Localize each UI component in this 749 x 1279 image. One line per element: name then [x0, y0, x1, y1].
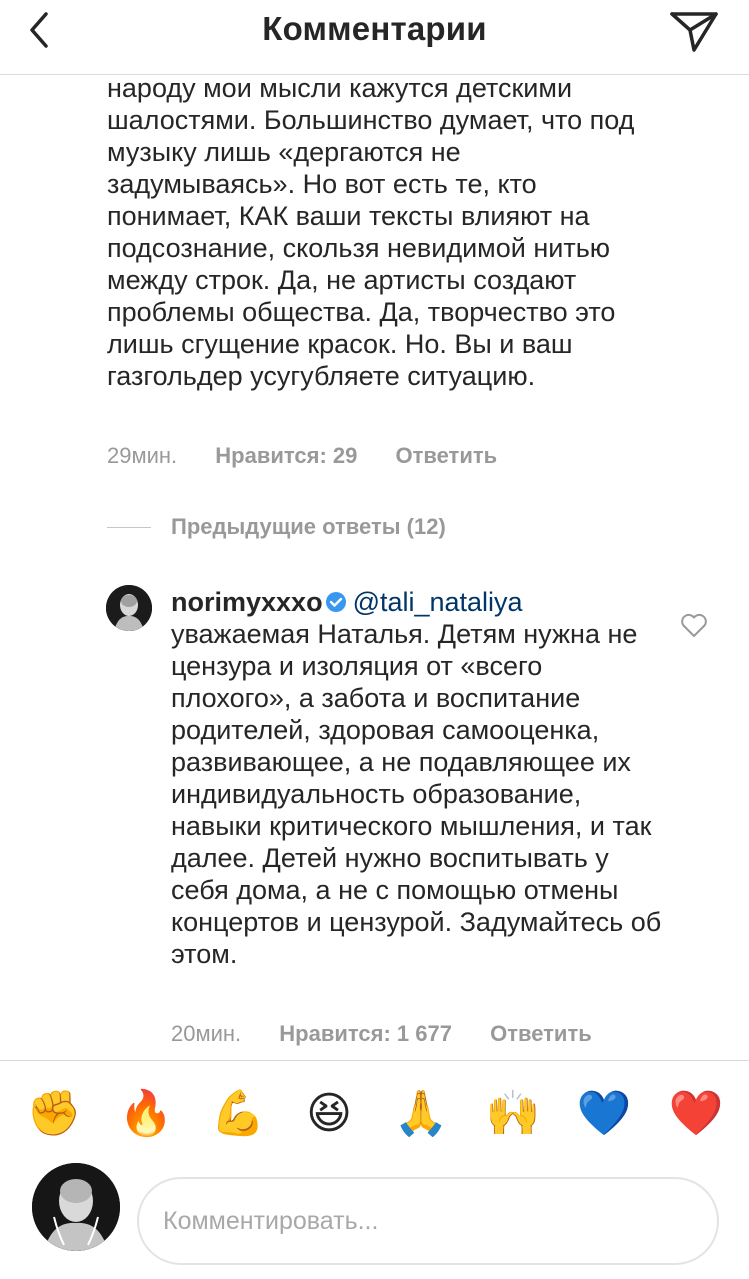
reply-comment: norimyxxxo @tali_nataliya уважаемая Натал…: [171, 586, 666, 970]
avatar-image: [106, 585, 152, 631]
comment-input[interactable]: [137, 1177, 719, 1265]
top-bar: Комментарии: [0, 0, 749, 75]
emoji-red-heart-button[interactable]: ❤️: [668, 1086, 724, 1142]
reply-button[interactable]: Ответить: [395, 443, 497, 468]
divider: [0, 1060, 749, 1061]
mention-link[interactable]: @tali_nataliya: [353, 587, 523, 617]
comment-text: народу мои мысли кажутся детскими шалост…: [107, 76, 635, 391]
comment-time: 29мин.: [107, 443, 178, 468]
divider-line: [107, 527, 151, 528]
comments-list[interactable]: народу мои мысли кажутся детскими шалост…: [0, 76, 749, 1060]
page-title: Комментарии: [262, 10, 487, 47]
comment-meta: 20мин. Нравится: 1 677 Ответить: [171, 1021, 592, 1047]
verified-badge-icon: [325, 592, 346, 612]
comment-username[interactable]: norimyxxxo: [171, 587, 323, 617]
likes-count[interactable]: Нравится: 1 677: [279, 1021, 452, 1046]
previous-replies-label: Предыдущие ответы (12): [171, 514, 446, 539]
avatar-image: [32, 1163, 120, 1251]
reply-button[interactable]: Ответить: [490, 1021, 592, 1046]
likes-count[interactable]: Нравится: 29: [215, 443, 357, 468]
emoji-fist-button[interactable]: ✊: [26, 1086, 82, 1142]
emoji-fire-button[interactable]: 🔥: [118, 1086, 174, 1142]
emoji-quick-bar: ✊ 🔥 💪 😆 🙏 🙌 💙 ❤️: [0, 1078, 749, 1150]
like-button[interactable]: [680, 612, 708, 638]
heart-outline-icon: [681, 613, 707, 637]
avatar[interactable]: [106, 585, 152, 631]
comment-time: 20мин.: [171, 1021, 242, 1046]
paper-plane-icon: [670, 12, 718, 52]
emoji-raised-hands-button[interactable]: 🙌: [485, 1086, 541, 1142]
comment-meta: 29мин. Нравится: 29 Ответить: [107, 443, 497, 469]
share-button[interactable]: [668, 8, 720, 52]
current-user-avatar[interactable]: [32, 1163, 120, 1251]
emoji-pray-button[interactable]: 🙏: [393, 1086, 449, 1142]
emoji-blue-heart-button[interactable]: 💙: [576, 1086, 632, 1142]
emoji-laugh-button[interactable]: 😆: [301, 1086, 357, 1142]
emoji-muscle-button[interactable]: 💪: [210, 1086, 266, 1142]
comment-text: уважаемая Наталья. Детям нужна не цензур…: [171, 619, 662, 969]
